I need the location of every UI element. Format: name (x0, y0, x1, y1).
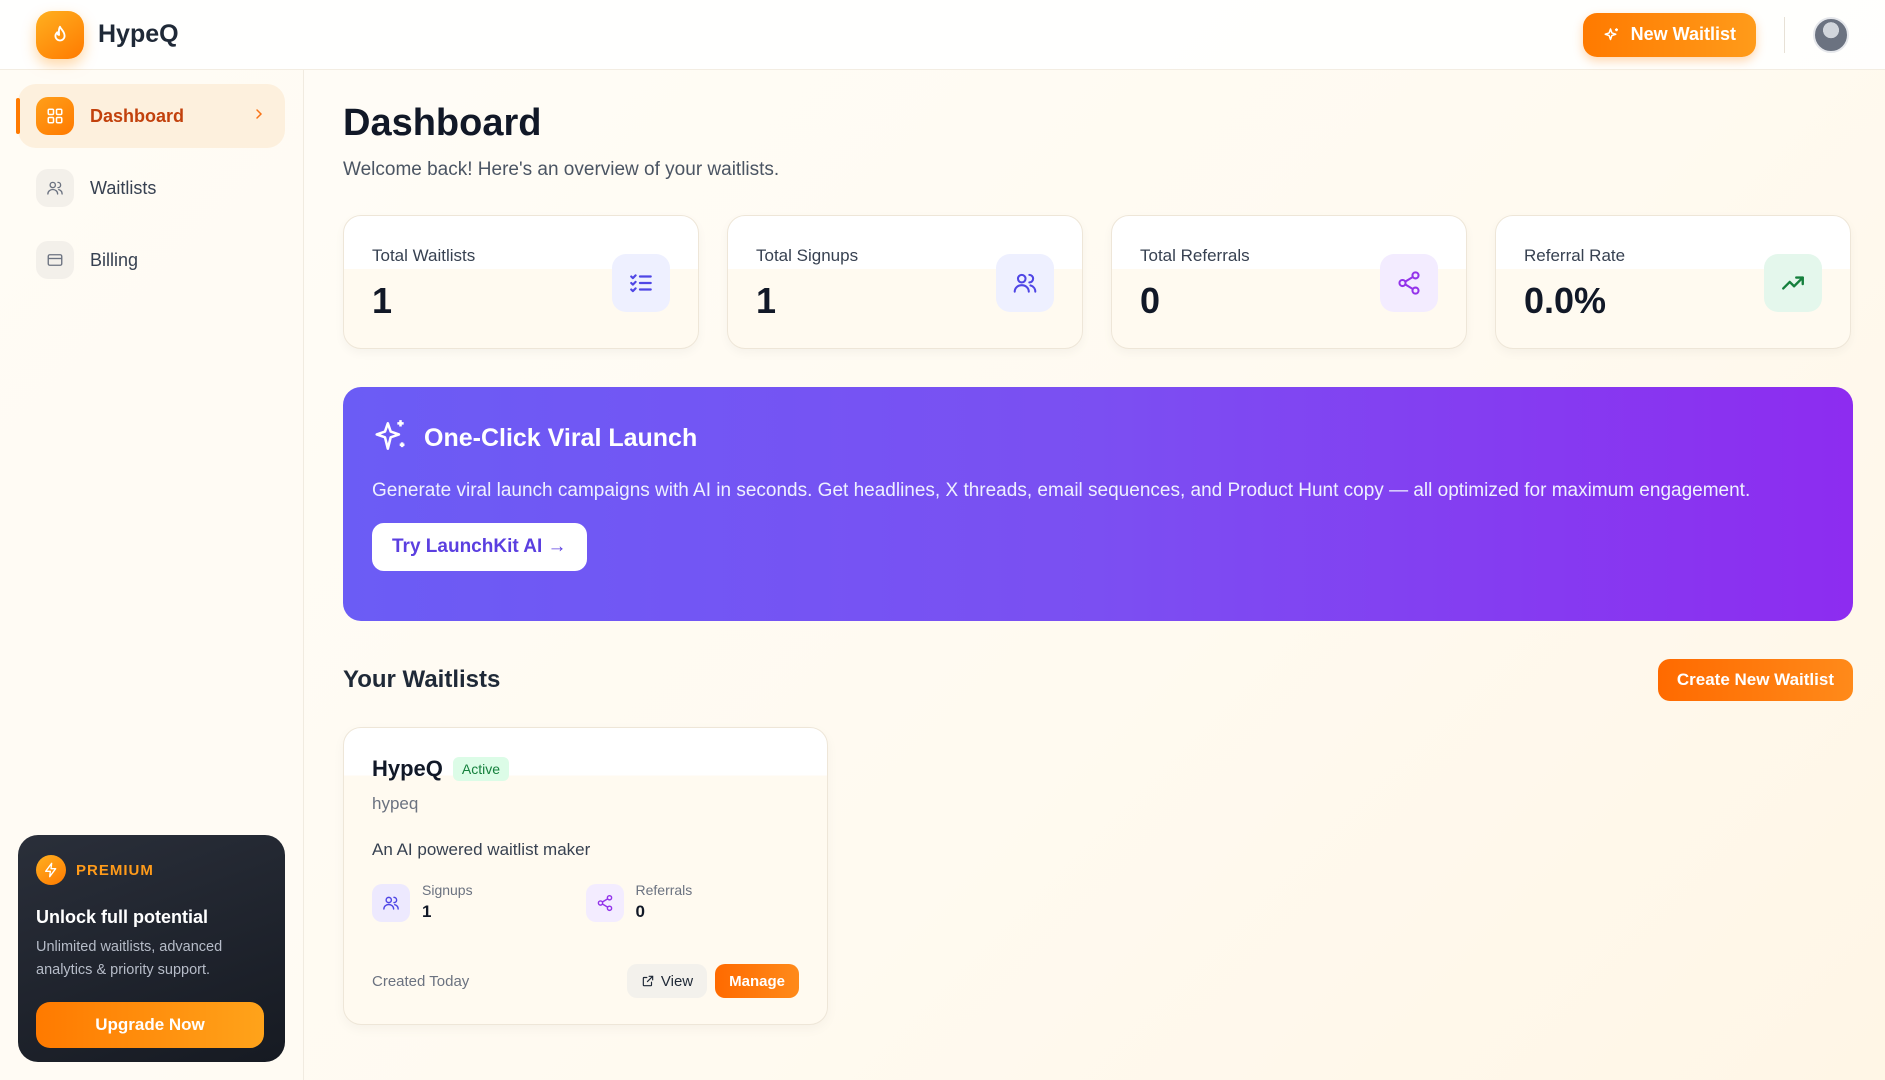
status-badge: Active (452, 757, 510, 781)
brand[interactable]: HypeQ (36, 10, 179, 59)
sidebar-item-label: Dashboard (90, 105, 185, 126)
created-date: Created Today (372, 972, 470, 990)
stat-card-total-waitlists: Total Waitlists 1 (343, 215, 699, 349)
users-icon (372, 884, 410, 922)
new-waitlist-button[interactable]: New Waitlist (1582, 12, 1756, 57)
sparkles-icon (1604, 27, 1618, 40)
upgrade-button[interactable]: Upgrade Now (36, 1002, 264, 1048)
premium-title: Unlock full potential (36, 907, 209, 927)
top-bar: HypeQ New Waitlist (0, 0, 1885, 70)
chevron-right-icon (251, 106, 267, 127)
manage-button[interactable]: Manage (715, 964, 799, 998)
premium-tag: PREMIUM (76, 861, 154, 879)
share-icon (585, 884, 624, 922)
waitlists-section: Your Waitlists Create New Waitlist HypeQ… (343, 659, 1853, 1025)
metric-label: Signups (422, 882, 473, 898)
sidebar-item-label: Billing (90, 249, 139, 270)
sidebar-nav: Dashboard Waitlists Billing (0, 70, 303, 306)
stat-card-total-signups: Total Signups 1 (727, 215, 1083, 349)
grid-icon (36, 97, 74, 135)
avatar[interactable] (1813, 16, 1849, 53)
premium-card: PREMIUM Unlock full potential Unlimited … (18, 835, 285, 1062)
waitlist-name: HypeQ (372, 756, 443, 781)
view-button[interactable]: View (626, 964, 708, 998)
main-content: Dashboard Welcome back! Here's an overvi… (343, 70, 1853, 1025)
share-icon (1380, 254, 1438, 312)
sidebar-item-billing[interactable]: Billing (18, 228, 285, 292)
page-subtitle: Welcome back! Here's an overview of your… (343, 159, 780, 180)
metric-value: 0 (635, 902, 645, 921)
card-icon (36, 241, 74, 279)
view-label: View (660, 972, 694, 990)
trending-up-icon (1764, 254, 1822, 312)
sidebar-item-dashboard[interactable]: Dashboard (16, 84, 285, 148)
sparkles-icon (372, 417, 410, 460)
metric-referrals: Referrals 0 (585, 882, 800, 922)
checklist-icon (612, 254, 670, 312)
metric-signups: Signups 1 (372, 882, 586, 922)
page-title: Dashboard (343, 102, 542, 144)
sidebar-item-waitlists[interactable]: Waitlists (18, 156, 285, 220)
brand-name: HypeQ (98, 20, 179, 48)
flame-icon (36, 10, 84, 59)
stats-row: Total Waitlists 1 Total Signups 1 Total … (343, 215, 1853, 349)
users-icon (36, 169, 74, 207)
viral-launch-banner: One-Click Viral Launch Generate viral la… (343, 387, 1853, 621)
create-waitlist-button[interactable]: Create New Waitlist (1657, 659, 1853, 701)
sidebar-item-label: Waitlists (90, 177, 157, 198)
external-link-icon (642, 975, 654, 987)
waitlist-card[interactable]: HypeQ Active hypeq An AI powered waitlis… (343, 727, 828, 1025)
sidebar: Dashboard Waitlists Billing PREMIUM Unlo… (0, 70, 304, 1080)
try-launchkit-button[interactable]: Try LaunchKit AI → (372, 523, 587, 571)
metric-label: Referrals (635, 882, 693, 898)
section-title: Your Waitlists (343, 666, 501, 693)
divider (1784, 16, 1785, 53)
premium-description: Unlimited waitlists, advanced analytics … (36, 939, 223, 978)
new-waitlist-label: New Waitlist (1630, 24, 1736, 44)
banner-title: One-Click Viral Launch (424, 424, 698, 452)
metric-value: 1 (422, 902, 432, 921)
stat-card-referral-rate: Referral Rate 0.0% (1495, 215, 1851, 349)
banner-description: Generate viral launch campaigns with AI … (372, 480, 1751, 501)
waitlist-slug: hypeq (372, 794, 419, 813)
waitlist-description: An AI powered waitlist maker (372, 840, 591, 859)
users-icon (996, 254, 1054, 312)
stat-card-total-referrals: Total Referrals 0 (1111, 215, 1467, 349)
bolt-icon (36, 855, 66, 885)
